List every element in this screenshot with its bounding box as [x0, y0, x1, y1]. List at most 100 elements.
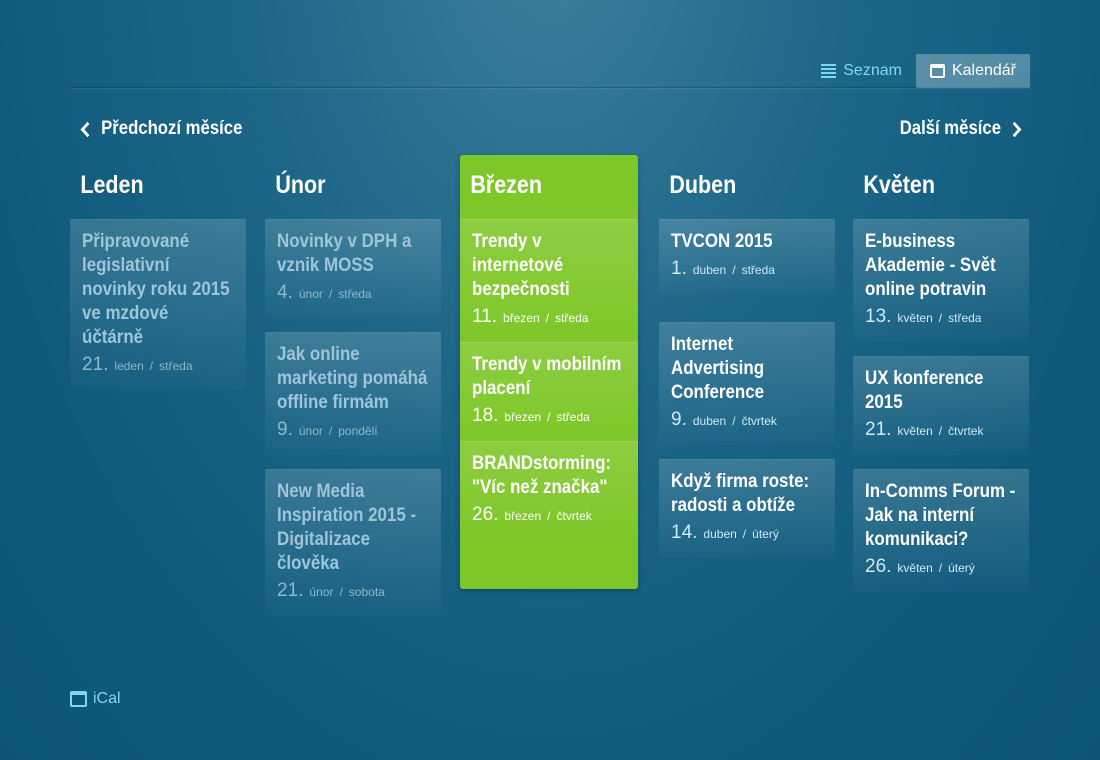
event-date: 21. únor / sobota [277, 580, 429, 602]
next-months-link[interactable]: Další měsíce [900, 118, 1022, 140]
list-icon [821, 64, 837, 78]
calendar-view-label: Kalendář [951, 62, 1016, 79]
event-day: 26. [472, 504, 499, 525]
month-column-duben: Duben TVCON 2015 1. duben / středa Inter… [659, 155, 837, 558]
date-separator: / [938, 561, 943, 575]
date-separator: / [742, 527, 747, 541]
date-separator: / [149, 359, 154, 373]
event-date: 26. květen / úterý [865, 556, 1017, 578]
event-month: květen [897, 561, 933, 575]
event-title: Internet Advertising Conference [671, 334, 765, 403]
event-date: 9. duben / čtvrtek [671, 409, 823, 431]
event-card[interactable]: E-business Akademie - Svět online potrav… [853, 219, 1029, 342]
event-card[interactable]: Jak online marketing pomáhá offline firm… [265, 332, 441, 455]
event-title: Novinky v DPH a vznik MOSS [277, 231, 412, 276]
event-weekday: pondělí [338, 424, 378, 438]
event-month: březen [503, 311, 540, 325]
event-month: březen [504, 509, 542, 523]
month-column-kveten: Květen E-business Akademie - Svět online… [853, 155, 1031, 592]
event-date: 18. březen / středa [472, 405, 626, 427]
event-month: únor [298, 424, 323, 438]
event-card[interactable]: Připravované legislativní novinky roku 2… [70, 219, 246, 390]
event-date: 21. leden / středa [82, 354, 234, 376]
event-day: 18. [472, 405, 499, 426]
event-date: 1. duben / středa [671, 258, 823, 280]
date-separator: / [328, 287, 333, 301]
event-title: Trendy v mobilním placení [472, 354, 622, 399]
date-separator: / [339, 585, 343, 599]
date-separator: / [547, 410, 551, 424]
event-day: 21. [82, 354, 109, 375]
date-separator: / [938, 311, 943, 325]
next-months-label: Další měsíce [899, 118, 1001, 139]
event-card[interactable]: In-Comms Forum - Jak na interní komunika… [853, 469, 1029, 592]
event-title: E-business Akademie - Svět online potrav… [865, 231, 996, 300]
previous-months-link[interactable]: Předchozí měsíce [80, 118, 242, 140]
event-title: Trendy v internetové bezpečnosti [472, 231, 570, 300]
event-weekday: středa [556, 410, 590, 424]
event-day: 26. [865, 556, 892, 577]
event-date: 11. březen / středa [472, 306, 626, 328]
event-weekday: čtvrtek [556, 509, 592, 523]
event-month: únor [298, 287, 323, 301]
event-date: 21. květen / čtvrtek [865, 419, 1017, 441]
event-day: 4. [277, 282, 293, 303]
month-title: Duben [669, 171, 737, 199]
event-day: 13. [865, 306, 892, 327]
event-weekday: sobota [348, 585, 385, 599]
event-card[interactable]: TVCON 2015 1. duben / středa [659, 219, 835, 294]
event-month: březen [504, 410, 542, 424]
event-date: 9. únor / pondělí [277, 419, 429, 441]
event-month: leden [114, 359, 144, 373]
event-card[interactable]: New Media Inspiration 2015 - Digitalizac… [265, 469, 441, 616]
event-card[interactable]: Trendy v mobilním placení 18. březen / s… [460, 342, 638, 441]
month-title: Květen [863, 171, 936, 199]
event-date: 14. duben / úterý [671, 522, 823, 544]
event-weekday: úterý [948, 561, 975, 575]
list-view-button[interactable]: Seznam [807, 54, 916, 88]
event-day: 21. [865, 419, 892, 440]
event-month: duben [692, 263, 727, 277]
event-title: Jak online marketing pomáhá offline firm… [277, 344, 428, 413]
calendar-icon [70, 691, 87, 707]
event-card[interactable]: BRANDstorming: "Víc než značka" 26. břez… [460, 441, 638, 540]
event-weekday: středa [338, 287, 372, 301]
date-separator: / [732, 263, 736, 277]
event-card[interactable]: Novinky v DPH a vznik MOSS 4. únor / stř… [265, 219, 441, 318]
event-weekday: středa [741, 263, 775, 277]
event-title: Připravované legislativní novinky roku 2… [82, 231, 230, 348]
event-weekday: čtvrtek [948, 424, 984, 438]
event-date: 13. květen / středa [865, 306, 1017, 328]
event-title: UX konference 2015 [865, 368, 984, 413]
ical-label: iCal [93, 690, 121, 707]
calendar-view-button[interactable]: Kalendář [915, 54, 1030, 88]
month-title: Únor [275, 171, 326, 199]
view-switch: Seznam Kalendář [807, 54, 1030, 88]
top-bar: Seznam Kalendář [70, 54, 1030, 88]
previous-months-label: Předchozí měsíce [101, 118, 243, 139]
event-date: 26. březen / čtvrtek [472, 504, 626, 526]
chevron-right-icon [1007, 121, 1022, 137]
chevron-left-icon [80, 121, 95, 137]
event-day: 9. [277, 419, 293, 440]
event-weekday: středa [159, 359, 193, 373]
event-weekday: středa [555, 311, 589, 325]
list-view-label: Seznam [843, 62, 902, 79]
event-weekday: úterý [752, 527, 779, 541]
event-day: 1. [671, 258, 687, 279]
event-day: 14. [671, 522, 698, 543]
event-month: duben [703, 527, 737, 541]
event-card[interactable]: Trendy v internetové bezpečnosti 11. bře… [460, 219, 638, 342]
event-card[interactable]: UX konference 2015 21. květen / čtvrtek [853, 356, 1029, 455]
event-day: 9. [671, 409, 687, 430]
event-day: 21. [277, 580, 304, 601]
event-title: Když firma roste: radosti a obtíže [671, 471, 810, 516]
calendar-icon [929, 64, 945, 78]
ical-link[interactable]: iCal [70, 690, 121, 708]
month-column-unor: Únor Novinky v DPH a vznik MOSS 4. únor … [265, 155, 443, 616]
month-title: Leden [80, 171, 144, 199]
event-card[interactable]: Internet Advertising Conference 9. duben… [659, 322, 835, 445]
event-card[interactable]: Když firma roste: radosti a obtíže 14. d… [659, 459, 835, 558]
month-title: Březen [470, 171, 543, 199]
date-separator: / [732, 414, 736, 428]
